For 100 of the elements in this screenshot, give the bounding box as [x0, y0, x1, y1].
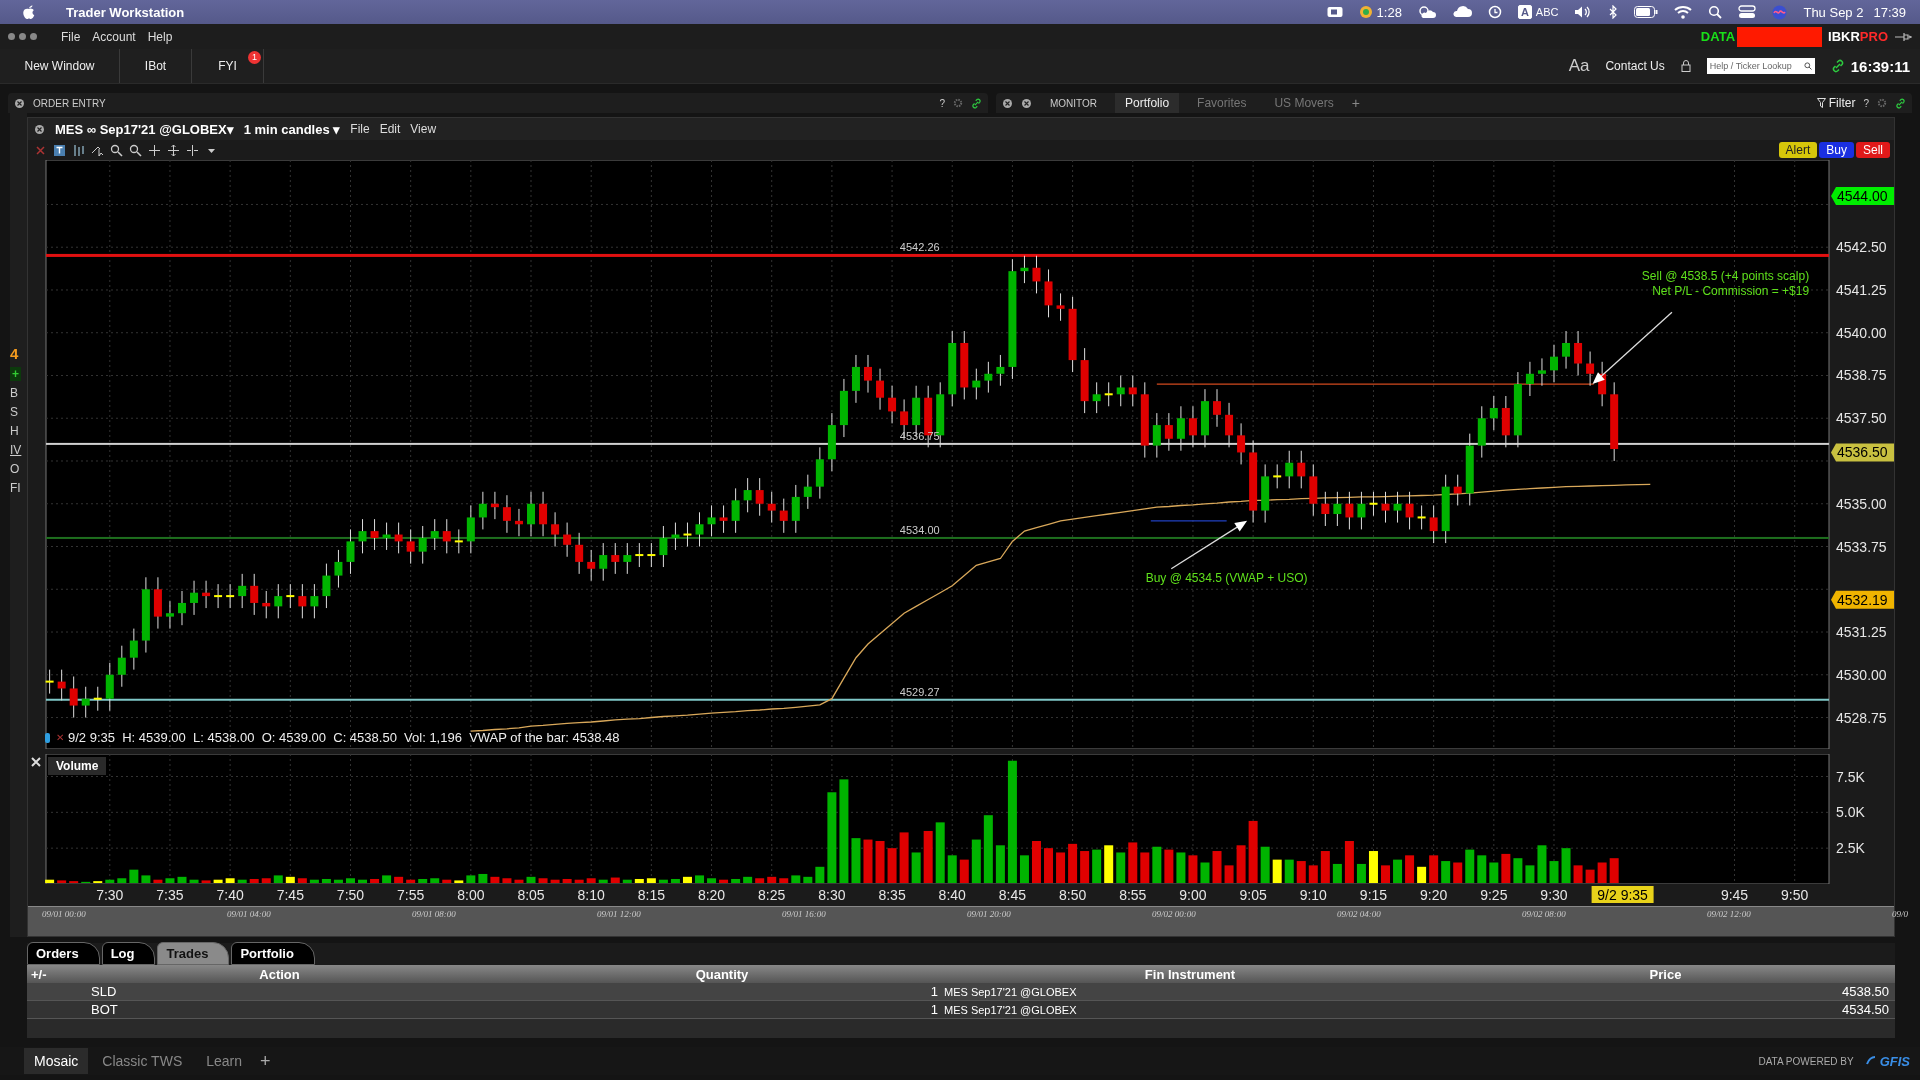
time-axis-label: 9:15	[1359, 887, 1388, 903]
price-tag: 4532.19	[1831, 590, 1894, 609]
time-axis-label: 7:50	[336, 887, 365, 903]
price-level-label: 4534.00	[899, 523, 940, 536]
app-name[interactable]: Trader Workstation	[66, 4, 185, 20]
table-cell-text: 1	[929, 1002, 939, 1017]
timer-text: 1:28	[1376, 4, 1402, 20]
time-axis-label: 8:40	[938, 887, 966, 903]
panel-tab[interactable]: Orders	[27, 942, 100, 965]
time-axis-label: 9:45	[1720, 887, 1749, 903]
time-axis-label: 7:55	[397, 887, 425, 903]
time-axis-label: 8:10	[577, 887, 605, 903]
contact-link[interactable]: Contact Us	[1605, 59, 1665, 73]
menu-item[interactable]: File	[61, 29, 81, 44]
workspace-tab[interactable]: Learn	[196, 1048, 253, 1074]
order-entry-label: FI	[10, 481, 21, 495]
overview-time-label: 09/02 08:00	[1522, 908, 1567, 921]
time-axis-label: 7:45	[276, 887, 304, 903]
monitor-tab[interactable]: Favorites	[1187, 93, 1257, 113]
add-tab-button[interactable]: +	[260, 1050, 271, 1072]
pane-title: Volume	[48, 757, 107, 775]
table-cell-text: 4538.50	[1841, 984, 1890, 999]
monitor-tab[interactable]: Portfolio	[1115, 93, 1180, 113]
powered-by-text: DATA POWERED BY	[1758, 1055, 1854, 1067]
interval-selector[interactable]: 1 min candles ▾	[243, 121, 341, 137]
filter-button[interactable]: Filter	[1816, 96, 1856, 110]
time-axis-label: 9:30	[1540, 887, 1568, 903]
table-cell-text: BOT	[90, 1002, 119, 1017]
price-axis-label: 4541.25	[1836, 282, 1887, 298]
menubar-clock[interactable]: 17:39	[1873, 4, 1906, 20]
volume-axis-label: 5.0K	[1836, 804, 1865, 821]
sell-button[interactable]: Sell	[1856, 142, 1890, 158]
menu-item[interactable]: Account	[92, 29, 136, 44]
volume-axis-label: 7.5K	[1836, 768, 1865, 785]
table-cell-text: MES Sep17'21 @GLOBEX	[944, 1003, 1078, 1016]
menu-item[interactable]: View	[410, 122, 437, 136]
overview-time-label: 09/01 00:00	[42, 908, 87, 921]
menu-item[interactable]: File	[350, 122, 370, 136]
column-header[interactable]: Action	[59, 966, 500, 982]
time-axis-label: 7:35	[156, 887, 184, 903]
time-axis-label: 8:20	[697, 887, 726, 903]
price-axis-label: 4531.25	[1836, 624, 1887, 640]
overview-time-label: 09/01 08:00	[412, 908, 457, 921]
price-axis-label: 4540.00	[1836, 324, 1887, 341]
time-axis-label: 8:25	[758, 887, 786, 903]
annotation-text[interactable]: Sell @ 4538.5 (+4 points scalp) Net P/L - Commission = +$19	[1641, 268, 1810, 298]
panel-tab[interactable]: Log	[101, 942, 156, 965]
time-axis-label: 8:00	[457, 887, 485, 903]
price-level-label: 4529.27	[899, 685, 940, 698]
panel-tab[interactable]: Trades	[157, 942, 230, 965]
brand-logo: IBKRPRO	[1828, 29, 1888, 44]
annotation-text[interactable]: Buy @ 4534.5 (VWAP + USO)	[1145, 571, 1308, 586]
order-entry-label[interactable]: IV	[10, 443, 22, 457]
price-axis-label: 4542.50	[1836, 239, 1887, 256]
column-header[interactable]: Price	[1436, 966, 1895, 982]
time-axis-label: 9:50	[1781, 887, 1809, 903]
buy-button[interactable]: Buy	[1819, 142, 1854, 158]
menu-item[interactable]: Help	[147, 29, 173, 44]
clock-text: 16:39:11	[1850, 57, 1910, 75]
time-axis-label: 9:00	[1179, 887, 1207, 903]
price-axis-label: 4537.50	[1836, 410, 1887, 427]
input-source-name: ABC	[1535, 6, 1559, 18]
time-axis-label: 8:35	[878, 887, 906, 903]
overview-time-label: 09/02 00:00	[1152, 908, 1197, 921]
time-axis-label: 9:25	[1480, 887, 1508, 903]
help-icon[interactable]: ?	[1863, 97, 1869, 109]
column-header[interactable]: Quantity	[500, 966, 944, 982]
overview-time-label: 09/01 16:00	[782, 908, 827, 921]
overview-time-label: 09/02 12:00	[1707, 908, 1752, 921]
time-axis-label: 8:05	[517, 887, 545, 903]
menubar-date[interactable]: Thu Sep 2	[1803, 4, 1864, 20]
panel-title: ORDER ENTRY	[33, 97, 106, 109]
column-header[interactable]: Fin Instrument	[944, 966, 1436, 982]
add-tab-button[interactable]: +	[1351, 95, 1360, 111]
order-entry-label[interactable]: +	[10, 367, 21, 381]
font-size-button[interactable]: Aa	[1568, 56, 1590, 76]
panel-title: MONITOR	[1050, 97, 1098, 109]
time-axis-label: 8:50	[1058, 887, 1087, 903]
order-entry-label: O	[10, 462, 20, 476]
price-level-label: 4542.26	[899, 241, 940, 254]
ticker-search-field[interactable]: Help / Ticker Lookup	[1706, 58, 1815, 74]
time-axis-label: 8:30	[818, 887, 846, 903]
order-entry-label: 4	[10, 345, 19, 362]
monitor-tab[interactable]: US Movers	[1264, 93, 1344, 113]
help-icon[interactable]: ?	[939, 97, 945, 109]
menu-item[interactable]: Edit	[379, 122, 401, 136]
panel-tab[interactable]: Portfolio	[231, 942, 315, 965]
column-header[interactable]: +/-	[27, 966, 59, 982]
workspace-tab[interactable]: Mosaic	[24, 1048, 89, 1074]
symbol-selector[interactable]: MES ∞ Sep17'21 @GLOBEX▾	[55, 121, 234, 137]
volume-axis-label: 2.5K	[1836, 840, 1865, 857]
data-label: DATA	[1700, 29, 1736, 44]
overview-time-label: 09/01 20:00	[967, 908, 1012, 921]
price-tag: 4536.50	[1831, 443, 1894, 462]
input-source-badge[interactable]: A	[1517, 5, 1532, 19]
workspace-tab[interactable]: Classic TWS	[92, 1048, 193, 1074]
table-cell-text: 1	[929, 984, 939, 999]
overview-time-label: 09/01 12:00	[597, 908, 642, 921]
alert-button[interactable]: Alert	[1778, 142, 1818, 158]
price-axis-label: 4533.75	[1836, 538, 1887, 555]
